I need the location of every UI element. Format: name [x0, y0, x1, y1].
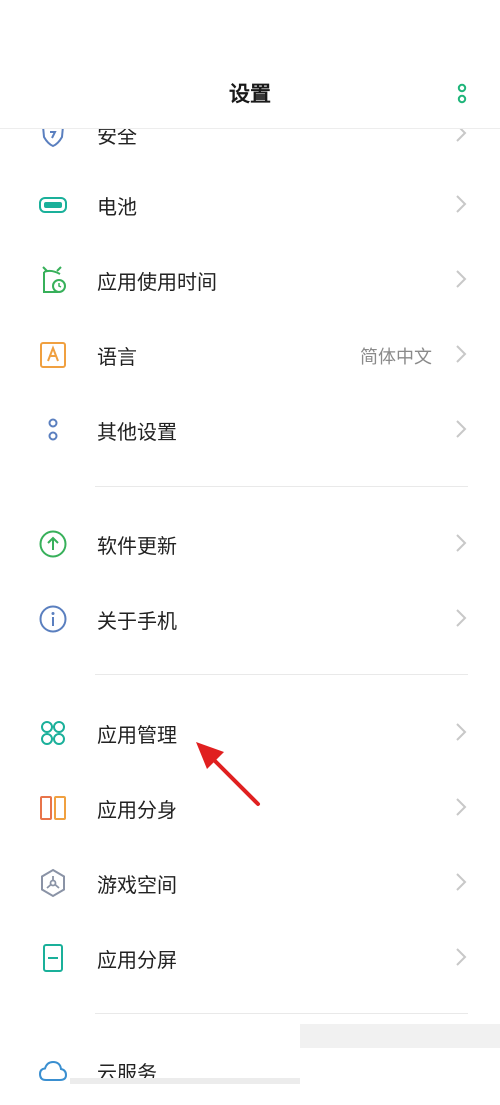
settings-item-label: 应用分身: [97, 798, 177, 822]
settings-item-software-update[interactable]: 软件更新: [0, 508, 500, 578]
split-screen-icon: [38, 943, 68, 973]
software-update-icon: [38, 529, 68, 559]
other-settings-icon: [38, 415, 68, 445]
settings-list: 安全 电池 应用使用时间 语言 简体中文 其他设置 软件更新 关于手机 应用管理…: [0, 0, 500, 1085]
settings-item-label: 语言: [97, 345, 137, 369]
chevron-right-icon: [454, 796, 468, 818]
app-usage-time-icon: [38, 265, 68, 295]
chevron-right-icon: [454, 268, 468, 290]
settings-item-app-usage-time[interactable]: 应用使用时间: [0, 244, 500, 314]
section-divider: [95, 674, 468, 675]
settings-item-battery[interactable]: 电池: [0, 169, 500, 239]
page-title: 设置: [229, 82, 271, 106]
language-icon: [38, 340, 68, 370]
settings-item-split-screen[interactable]: 应用分屏: [0, 922, 500, 992]
chevron-right-icon: [454, 343, 468, 365]
app-clone-icon: [38, 793, 68, 823]
settings-item-language[interactable]: 语言 简体中文: [0, 319, 500, 389]
game-space-icon: [38, 868, 68, 898]
settings-item-about-phone[interactable]: 关于手机: [0, 583, 500, 653]
section-divider: [95, 486, 468, 487]
settings-item-label: 软件更新: [97, 534, 177, 558]
settings-item-other-settings[interactable]: 其他设置: [0, 394, 500, 464]
settings-item-game-space[interactable]: 游戏空间: [0, 847, 500, 917]
info-icon: [38, 604, 68, 634]
chevron-right-icon: [454, 721, 468, 743]
chevron-right-icon: [454, 871, 468, 893]
chevron-right-icon: [454, 532, 468, 554]
battery-icon: [38, 190, 68, 220]
chevron-right-icon: [454, 946, 468, 968]
app-header: 设置: [0, 0, 500, 129]
settings-item-label: 应用使用时间: [97, 270, 217, 294]
settings-item-label: 应用分屏: [97, 948, 177, 972]
chevron-right-icon: [454, 607, 468, 629]
settings-item-label: 游戏空间: [97, 873, 177, 897]
bottom-strip: [70, 1078, 300, 1084]
settings-item-cloud-service[interactable]: 云服务: [0, 1035, 500, 1105]
settings-item-label: 关于手机: [97, 609, 177, 633]
more-options-button[interactable]: [452, 82, 472, 106]
language-value: 简体中文: [360, 347, 432, 368]
chevron-right-icon: [454, 418, 468, 440]
cloud-icon: [38, 1056, 68, 1086]
chevron-right-icon: [454, 193, 468, 215]
settings-item-app-management[interactable]: 应用管理: [0, 697, 500, 767]
section-divider: [95, 1013, 468, 1014]
more-vertical-icon: [457, 83, 467, 104]
settings-item-label: 电池: [97, 195, 137, 219]
settings-item-label: 其他设置: [97, 420, 177, 444]
settings-item-label: 应用管理: [97, 723, 177, 747]
app-management-icon: [38, 718, 68, 748]
settings-item-app-clone[interactable]: 应用分身: [0, 772, 500, 842]
